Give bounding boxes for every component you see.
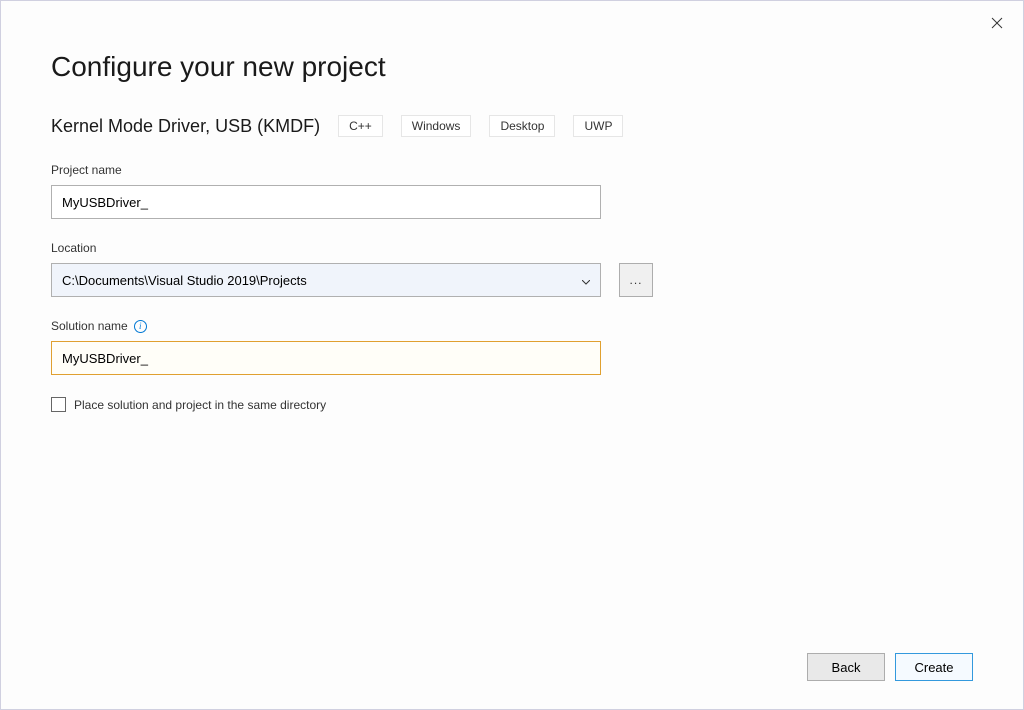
info-icon[interactable]: i [134,320,147,333]
template-name: Kernel Mode Driver, USB (KMDF) [51,116,320,137]
same-directory-checkbox[interactable] [51,397,66,412]
solution-name-input[interactable] [51,341,601,375]
page-title: Configure your new project [51,51,973,83]
browse-button[interactable]: ... [619,263,653,297]
tag-desktop: Desktop [489,115,555,137]
project-name-input[interactable] [51,185,601,219]
location-value: C:\Documents\Visual Studio 2019\Projects [62,273,578,288]
same-directory-row: Place solution and project in the same d… [51,397,973,412]
tag-cpp: C++ [338,115,383,137]
solution-name-label: Solution name i [51,319,973,333]
solution-name-label-text: Solution name [51,319,128,333]
close-icon [991,17,1003,29]
solution-name-group: Solution name i [51,319,973,375]
tag-uwp: UWP [573,115,623,137]
project-name-group: Project name [51,163,973,219]
chevron-down-icon [578,273,594,288]
location-combo[interactable]: C:\Documents\Visual Studio 2019\Projects [51,263,601,297]
close-button[interactable] [987,13,1007,33]
location-label: Location [51,241,973,255]
template-row: Kernel Mode Driver, USB (KMDF) C++ Windo… [51,115,973,137]
tag-windows: Windows [401,115,472,137]
project-name-label: Project name [51,163,973,177]
footer: Back Create [807,653,973,681]
back-button[interactable]: Back [807,653,885,681]
location-group: Location C:\Documents\Visual Studio 2019… [51,241,973,297]
main-content: Configure your new project Kernel Mode D… [1,1,1023,412]
same-directory-label: Place solution and project in the same d… [74,398,326,412]
create-button[interactable]: Create [895,653,973,681]
